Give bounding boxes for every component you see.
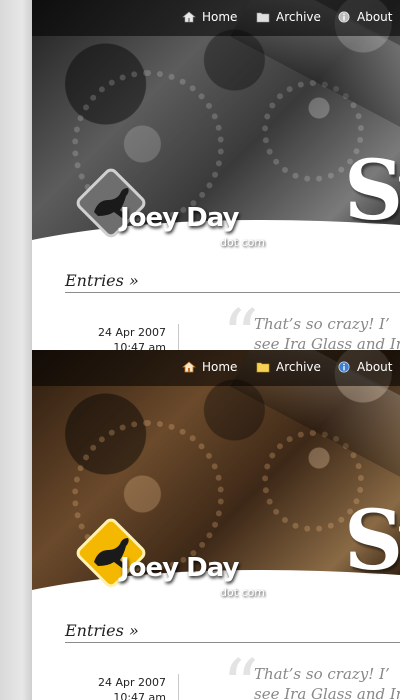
navigation-bar: Home Archive About (32, 350, 400, 386)
post-meta: 24 Apr 2007 10:47 am (98, 325, 166, 350)
info-icon (338, 361, 350, 373)
header-title-fragment: Sy (344, 143, 400, 239)
navigation-bar: Home Archive About (32, 0, 400, 36)
nav-about-link[interactable]: About (337, 350, 392, 384)
divider (65, 292, 400, 293)
site-logo[interactable]: Joey Day dot com (68, 160, 328, 250)
header-variant-color: Home Archive About Sy Joey Day dot com E… (32, 350, 400, 700)
post-excerpt-line-2: see Ira Glass and Ir (254, 685, 400, 700)
home-icon (182, 361, 196, 373)
nav-home-label: Home (202, 10, 238, 24)
logo-text: Joey Day (120, 203, 239, 233)
header-title-fragment: Sy (344, 493, 400, 589)
nav-archive-link[interactable]: Archive (256, 0, 321, 34)
post-separator (178, 674, 179, 700)
post-date: 24 Apr 2007 (98, 326, 167, 339)
folder-icon (256, 362, 270, 373)
post-time: 10:47 am (113, 691, 166, 700)
post-excerpt-line-2: see Ira Glass and Ir (254, 335, 400, 350)
entries-heading: Entries » (65, 621, 139, 640)
post-separator (178, 324, 179, 350)
info-icon (338, 11, 350, 23)
logo-text: Joey Day (120, 553, 239, 583)
header-variant-grayscale: Home Archive About Sy Joey Day dot com E… (32, 0, 400, 350)
nav-archive-label: Archive (276, 360, 321, 374)
logo-subtext: dot com (220, 236, 266, 249)
nav-archive-label: Archive (276, 10, 321, 24)
post-excerpt-link[interactable]: That’s so crazy! I’ see Ira Glass and Ir (254, 664, 400, 700)
nav-home-label: Home (202, 360, 238, 374)
post-time: 10:47 am (113, 341, 166, 350)
nav-about-label: About (357, 10, 393, 24)
nav-about-link[interactable]: About (337, 0, 392, 34)
nav-about-label: About (357, 360, 393, 374)
logo-subtext: dot com (220, 586, 266, 599)
post-date: 24 Apr 2007 (98, 676, 167, 689)
home-icon (182, 11, 196, 23)
post-excerpt-line-1: That’s so crazy! I’ (254, 315, 390, 333)
nav-home-link[interactable]: Home (182, 0, 237, 34)
page-edge (0, 0, 33, 700)
divider (65, 642, 400, 643)
post-excerpt-line-1: That’s so crazy! I’ (254, 665, 390, 683)
entries-heading: Entries » (65, 271, 139, 290)
folder-icon (256, 12, 270, 23)
post-meta: 24 Apr 2007 10:47 am (98, 675, 166, 700)
post-excerpt-link[interactable]: That’s so crazy! I’ see Ira Glass and Ir (254, 314, 400, 350)
nav-archive-link[interactable]: Archive (256, 350, 321, 384)
nav-home-link[interactable]: Home (182, 350, 237, 384)
site-logo[interactable]: Joey Day dot com (68, 510, 328, 600)
